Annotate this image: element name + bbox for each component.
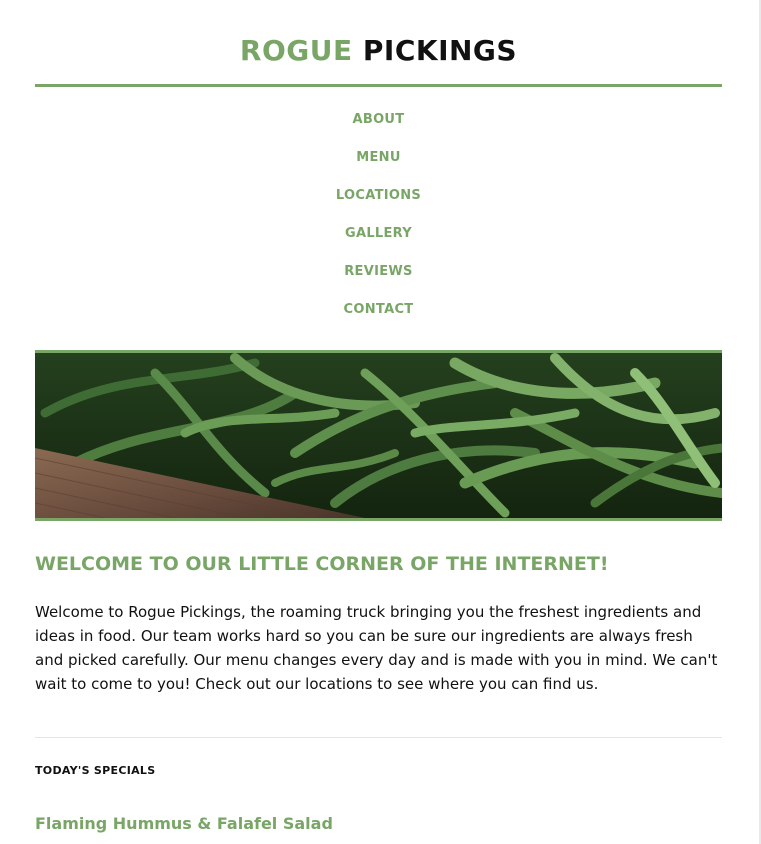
nav-item-locations: LOCATIONS: [35, 185, 722, 223]
nav-item-menu: MENU: [35, 147, 722, 185]
site-header: ROGUE PICKINGS: [35, 0, 722, 87]
site-title[interactable]: ROGUE PICKINGS: [35, 0, 722, 73]
site-title-second-word: PICKINGS: [362, 34, 518, 67]
welcome-paragraph: Welcome to Rogue Pickings, the roaming t…: [35, 603, 718, 693]
special-item-title[interactable]: Flaming Hummus & Falafel Salad: [35, 813, 333, 835]
hero-image: [35, 350, 722, 521]
main-navigation: ABOUT MENU LOCATIONS GALLERY REVIEWS CON…: [35, 87, 722, 337]
specials-heading: TODAY'S SPECIALS: [35, 764, 156, 777]
nav-link-contact[interactable]: CONTACT: [344, 302, 414, 317]
page-container: ROGUE PICKINGS ABOUT MENU LOCATIONS GALL…: [35, 0, 722, 833]
nav-link-reviews[interactable]: REVIEWS: [344, 264, 412, 279]
nav-link-gallery[interactable]: GALLERY: [345, 226, 412, 241]
nav-link-locations[interactable]: LOCATIONS: [336, 188, 421, 203]
section-divider: [35, 737, 722, 738]
nav-item-about: ABOUT: [35, 109, 722, 147]
welcome-heading: WELCOME TO OUR LITTLE CORNER OF THE INTE…: [35, 553, 609, 575]
nav-item-gallery: GALLERY: [35, 223, 722, 261]
nav-link-menu[interactable]: MENU: [356, 150, 400, 165]
green-beans-photo: [35, 353, 722, 518]
nav-list: ABOUT MENU LOCATIONS GALLERY REVIEWS CON…: [35, 87, 722, 337]
site-title-first-word: ROGUE: [239, 34, 353, 67]
nav-item-reviews: REVIEWS: [35, 261, 722, 299]
nav-item-contact: CONTACT: [35, 299, 722, 337]
nav-link-about[interactable]: ABOUT: [353, 112, 405, 127]
